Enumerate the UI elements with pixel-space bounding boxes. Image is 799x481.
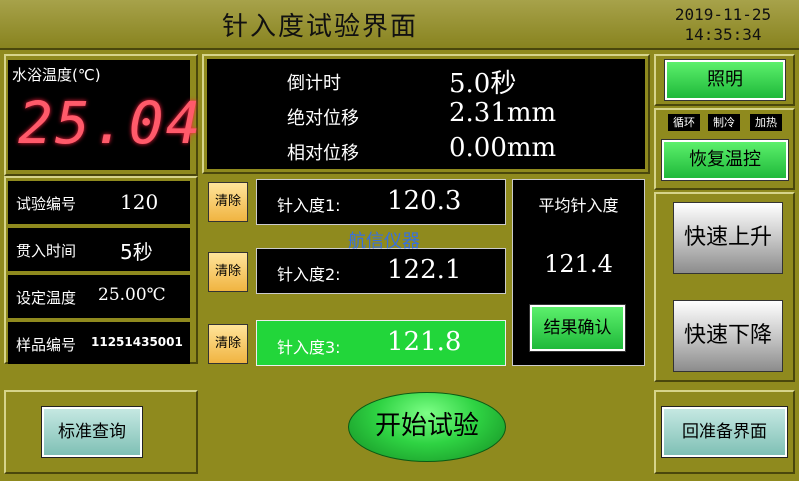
date-text: 2019-11-25 (674, 5, 772, 24)
restore-temp-control-button[interactable]: 恢复温控 (661, 139, 789, 181)
confirm-result-button[interactable]: 结果确认 (529, 304, 626, 352)
standard-query-button[interactable]: 标准查询 (41, 406, 143, 458)
info-row-set-temp: 设定温度 25.00℃ (8, 275, 190, 318)
penetration-row-1: 针入度1: 120.3 (256, 179, 506, 225)
average-label: 平均针入度 (538, 196, 619, 215)
info-row-test-number: 试验编号 120 (8, 181, 190, 224)
heating-indicator: 加热 (750, 114, 782, 131)
average-value: 121.4 (544, 250, 613, 278)
start-test-button[interactable]: 开始试验 (348, 392, 506, 462)
countdown-value: 5.0秒 (449, 69, 517, 99)
sample-number-label: 样品编号 (16, 336, 77, 354)
datetime-display: 2019-11-25 14:35:34 (658, 5, 788, 45)
clear-button-1[interactable]: 清除 (208, 182, 248, 222)
bath-temp-label: 水浴温度(℃) (12, 66, 101, 84)
page-title: 针入度试验界面 (221, 12, 418, 42)
penetration-time-value: 5秒 (120, 240, 153, 264)
set-temp-value: 25.00℃ (98, 285, 166, 305)
penetration-3-value: 121.8 (387, 327, 462, 357)
sample-number-value: 11251435001 (91, 335, 183, 349)
countdown-label: 倒计时 (287, 73, 341, 94)
relative-displacement-label: 相对位移 (287, 143, 359, 164)
clear-button-3[interactable]: 清除 (208, 324, 248, 364)
relative-displacement-value: 0.00mm (449, 133, 557, 163)
bath-temp-value: 25.04 (18, 89, 203, 157)
penetration-3-label: 针入度3: (277, 338, 341, 357)
info-row-sample-number: 样品编号 11251435001 (8, 322, 190, 364)
back-to-prepare-button[interactable]: 回准备界面 (661, 406, 788, 458)
set-temp-label: 设定温度 (16, 289, 77, 307)
penetration-row-2: 针入度2: 122.1 (256, 248, 506, 294)
absolute-displacement-label: 绝对位移 (287, 108, 359, 129)
test-number-label: 试验编号 (16, 195, 77, 213)
penetration-1-label: 针入度1: (277, 196, 341, 215)
penetration-row-3: 针入度3: 121.8 (256, 320, 506, 366)
penetration-1-value: 120.3 (387, 186, 462, 216)
status-display: 倒计时 5.0秒 绝对位移 2.31mm 相对位移 0.00mm (207, 59, 645, 169)
circulation-indicator: 循环 (668, 114, 700, 131)
title-bar: 针入度试验界面 2019-11-25 14:35:34 (0, 0, 799, 50)
watermark-text: 航信仪器 (348, 231, 420, 252)
penetration-time-label: 贯入时间 (16, 242, 77, 260)
fast-down-button[interactable]: 快速下降 (673, 300, 783, 372)
info-row-penetration-time: 贯入时间 5秒 (8, 228, 190, 271)
absolute-displacement-value: 2.31mm (449, 98, 557, 128)
penetration-2-value: 122.1 (387, 255, 462, 285)
light-button[interactable]: 照明 (664, 59, 786, 101)
clear-button-2[interactable]: 清除 (208, 252, 248, 292)
penetration-2-label: 针入度2: (277, 265, 341, 284)
time-text: 14:35:34 (684, 25, 762, 44)
test-number-value: 120 (120, 190, 159, 214)
cooling-indicator: 制冷 (708, 114, 740, 131)
fast-up-button[interactable]: 快速上升 (673, 202, 783, 274)
